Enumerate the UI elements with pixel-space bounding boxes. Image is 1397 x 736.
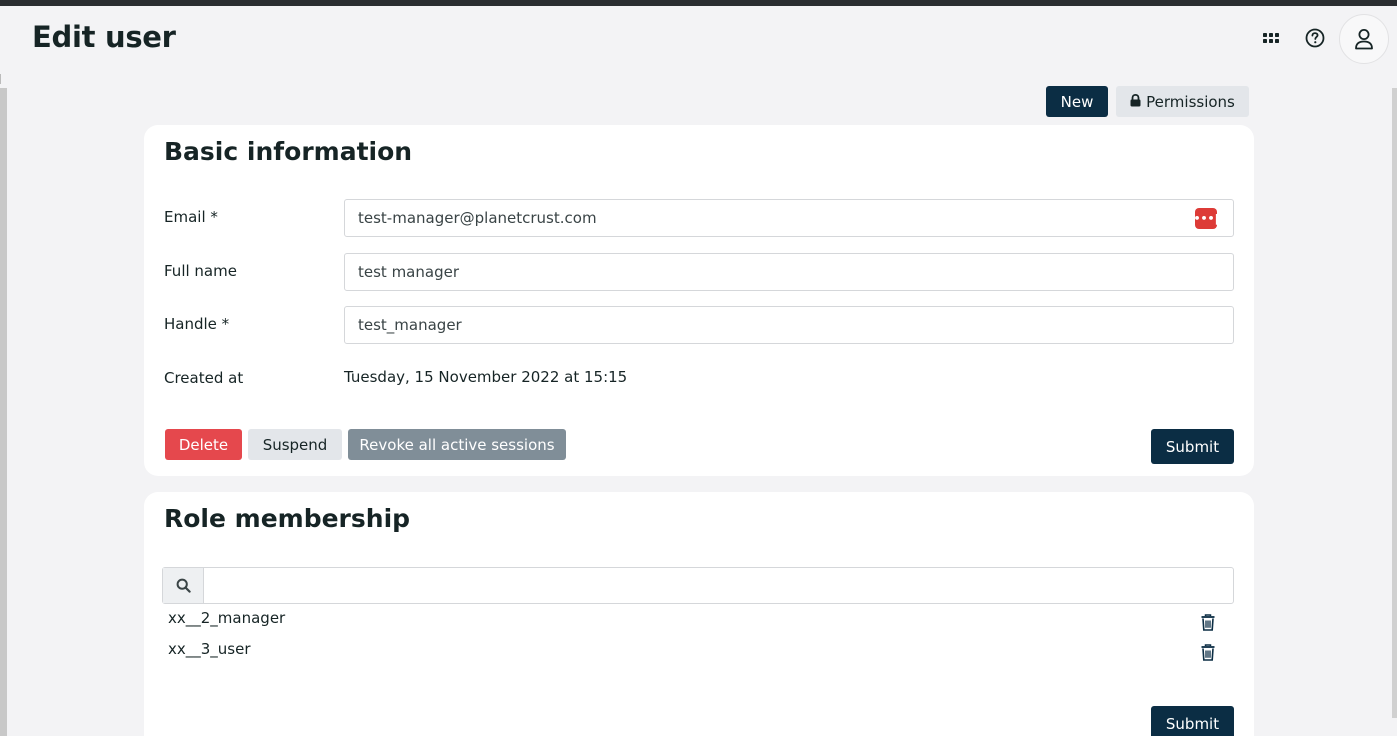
role-membership-title: Role membership (164, 504, 411, 533)
search-icon (163, 568, 204, 603)
lock-icon (1130, 93, 1141, 111)
created-at-label: Created at (164, 369, 244, 387)
page-title: Edit user (32, 20, 176, 54)
role-search-input[interactable] (204, 568, 1233, 603)
trash-icon[interactable] (1200, 643, 1216, 661)
permissions-label: Permissions (1146, 92, 1235, 111)
delete-button[interactable]: Delete (165, 429, 242, 460)
left-sidebar-edge[interactable] (0, 88, 7, 736)
user-avatar-icon[interactable] (1339, 14, 1389, 64)
browser-top-bar (0, 0, 1397, 6)
password-manager-icon[interactable]: •••| (1193, 208, 1219, 229)
left-panel-notch (0, 74, 7, 84)
full-name-label: Full name (164, 262, 237, 280)
suspend-button[interactable]: Suspend (248, 429, 342, 460)
email-field[interactable] (344, 199, 1234, 237)
permissions-button[interactable]: Permissions (1116, 86, 1249, 117)
role-item: xx__2_manager (168, 609, 286, 627)
email-label: Email * (164, 208, 218, 226)
submit-roles-button[interactable]: Submit (1151, 706, 1234, 736)
basic-information-card: Basic information Email * •••| Full name… (144, 125, 1254, 476)
apps-grid-icon[interactable] (1260, 28, 1282, 50)
new-user-button[interactable]: New (1046, 86, 1108, 117)
revoke-sessions-button[interactable]: Revoke all active sessions (348, 429, 566, 460)
handle-field[interactable] (344, 306, 1234, 344)
role-item: xx__3_user (168, 640, 251, 658)
created-at-value: Tuesday, 15 November 2022 at 15:15 (344, 368, 628, 386)
role-membership-card: Role membership xx__2_manager xx__3_user (144, 492, 1254, 736)
handle-label: Handle * (164, 315, 230, 333)
submit-basic-info-button[interactable]: Submit (1151, 429, 1234, 464)
help-circle-icon[interactable] (1304, 27, 1326, 49)
role-search (162, 567, 1234, 604)
basic-information-title: Basic information (164, 137, 413, 166)
full-name-field[interactable] (344, 253, 1234, 291)
trash-icon[interactable] (1200, 613, 1216, 631)
vertical-scrollbar[interactable] (1392, 88, 1397, 718)
